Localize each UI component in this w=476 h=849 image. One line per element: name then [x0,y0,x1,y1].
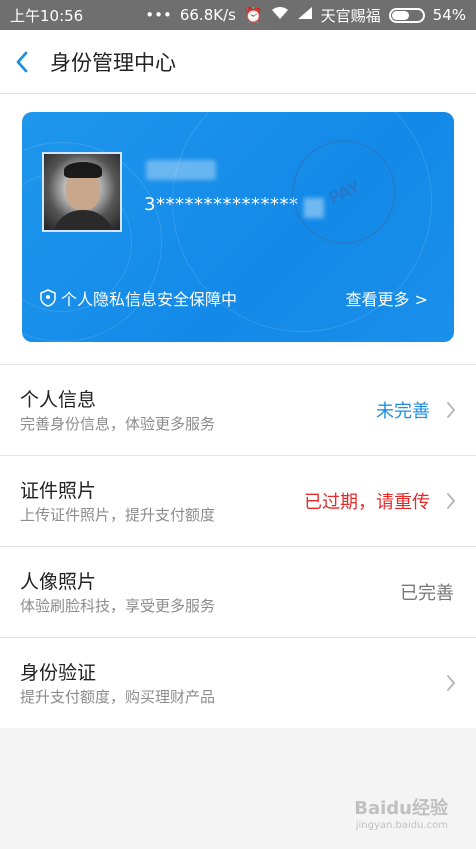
shield-icon [40,289,56,307]
watermark: Baidu经验 jingyan.baidu.com [354,798,448,831]
chevron-right-icon [446,401,456,423]
item-subtitle: 提升支付额度，购买理财产品 [20,688,216,706]
battery-icon [388,7,425,23]
see-more-link[interactable]: 查看更多 > [346,286,429,310]
item-title: 身份验证 [20,662,97,684]
network-speed: 66.8K/s [179,6,236,24]
chevron-right-icon [446,674,456,696]
signal-icon [297,6,313,24]
page-title: 身份管理中心 [50,50,176,75]
item-subtitle: 上传证件照片，提升支付额度 [20,506,216,524]
status-icons: ••• 66.8K/s ⏰ 天官赐福 54% [145,5,466,26]
wifi-icon [271,6,289,24]
battery-percent: 54% [432,6,466,24]
alarm-icon: ⏰ [243,6,263,24]
item-title: 人像照片 [20,571,97,593]
status-label: 已过期，请重传 [304,492,430,513]
privacy-notice: 个人隐私信息安全保障中 [40,286,237,310]
avatar [42,152,122,232]
status-label: 已完善 [400,583,454,604]
list-item-id-photo[interactable]: 证件照片 上传证件照片，提升支付额度 已过期，请重传 [0,456,476,547]
status-label: 未完善 [376,401,430,422]
item-title: 个人信息 [20,389,97,411]
chevron-right-icon [446,492,456,514]
identity-list: 个人信息 完善身份信息，体验更多服务 未完善 证件照片 上传证件照片，提升支付额… [0,364,476,729]
dots-icon: ••• [145,6,172,24]
back-icon[interactable] [0,30,44,94]
item-subtitle: 完善身份信息，体验更多服务 [20,415,216,433]
item-title: 证件照片 [20,480,97,502]
id-number: 3*************** [144,194,299,215]
carrier-name: 天官赐福 [320,6,381,25]
status-bar: 上午10:56 ••• 66.8K/s ⏰ 天官赐福 54% [0,0,476,30]
status-time: 上午10:56 [10,6,84,25]
identity-card[interactable]: 3*************** PAY 个人隐私信息安全保障中 查看更多 > [22,112,454,342]
footer-area: Baidu经验 jingyan.baidu.com [0,728,476,849]
privacy-text: 个人隐私信息安全保障中 [61,290,238,309]
card-section: 3*************** PAY 个人隐私信息安全保障中 查看更多 > [0,94,476,364]
item-subtitle: 体验刷脸科技，享受更多服务 [20,597,216,615]
header: 身份管理中心 [0,30,476,94]
masked-name [146,160,216,180]
list-item-identity-verification[interactable]: 身份验证 提升支付额度，购买理财产品 [0,638,476,729]
list-item-portrait-photo[interactable]: 人像照片 体验刷脸科技，享受更多服务 已完善 [0,547,476,638]
list-item-personal-info[interactable]: 个人信息 完善身份信息，体验更多服务 未完善 [0,365,476,456]
